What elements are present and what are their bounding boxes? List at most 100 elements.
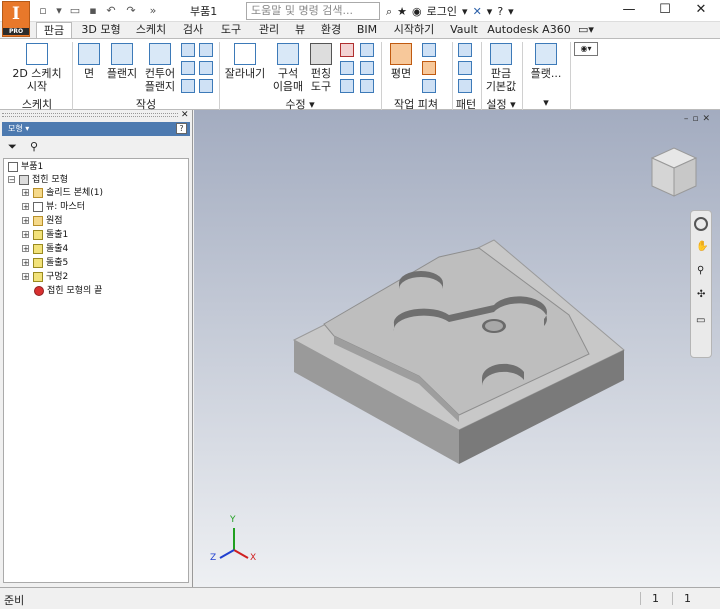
undo-icon[interactable]: ↶ [104, 4, 118, 18]
sheet-metal-defaults-button[interactable]: 판금 기본값 [484, 43, 518, 93]
plane-button[interactable]: 평면 [384, 43, 418, 80]
help-search-input[interactable]: 도움말 및 명령 검색... [246, 2, 380, 20]
tree-node-hole2[interactable]: + 구멍2 [22, 271, 68, 283]
start-2d-sketch-button[interactable]: 2D 스케치 시작 [8, 43, 66, 93]
tab-inspect[interactable]: 검사 [176, 22, 210, 38]
expand-icon[interactable]: + [22, 217, 29, 225]
tree-node-part[interactable]: 부품1 [8, 161, 43, 173]
end-of-part-icon [34, 285, 44, 296]
ribbon-options-icon[interactable]: ◉▾ [574, 42, 598, 56]
hem-icon[interactable] [181, 43, 195, 57]
punch-tool-button[interactable]: 펀칭 도구 [308, 43, 334, 93]
corner-round-icon[interactable] [360, 61, 374, 75]
tree-node-extrusion1[interactable]: + 돌출1 [22, 229, 68, 241]
expand-icon[interactable]: + [22, 273, 29, 281]
fold-icon[interactable] [199, 61, 213, 75]
tab-vault[interactable]: Vault [446, 22, 482, 38]
tree-node-solid-bodies[interactable]: + 솔리드 본체(1) [22, 187, 103, 199]
browser-header[interactable]: 모형 ▾ [2, 122, 190, 136]
app-logo[interactable]: I PRO [2, 1, 30, 37]
tab-3d-model[interactable]: 3D 모형 [76, 22, 126, 38]
lofted-flange-icon[interactable] [199, 43, 213, 57]
tree-node-view-master[interactable]: + 뷰: 마스터 [22, 201, 85, 213]
dropdown-arrow-icon[interactable]: ▾ [462, 5, 468, 18]
maximize-button[interactable]: ☐ [648, 0, 682, 22]
user-icon[interactable]: ◉ [412, 5, 422, 18]
tab-sketch[interactable]: 스케치 [130, 22, 172, 38]
circular-pattern-icon[interactable] [458, 61, 472, 75]
tree-node-folded-model[interactable]: − 접힌 모형 [8, 174, 68, 186]
rip-icon[interactable] [340, 43, 354, 57]
tab-bim[interactable]: BIM [352, 22, 382, 38]
open-folder-icon[interactable]: ▭ [68, 4, 82, 18]
minimize-button[interactable]: — [612, 0, 646, 22]
collapse-icon[interactable]: − [8, 176, 15, 184]
exchange-icon[interactable]: ✕ [473, 5, 482, 18]
pan-icon[interactable]: ✋ [696, 241, 708, 252]
tree-node-extrusion5[interactable]: + 돌출5 [22, 257, 68, 269]
tab-view[interactable]: 뷰 [290, 22, 310, 38]
filter-icon[interactable]: ⏷ [8, 140, 17, 154]
browser-close-icon[interactable]: ✕ [181, 110, 189, 120]
mirror-icon[interactable] [458, 79, 472, 93]
redo-icon[interactable]: ↷ [124, 4, 138, 18]
tab-extra[interactable]: ▭▾ [576, 22, 596, 38]
tree-node-origin[interactable]: + 원점 [22, 215, 63, 227]
bend-icon[interactable] [181, 79, 195, 93]
panel-grip[interactable] [2, 113, 178, 117]
expand-icon[interactable]: + [22, 203, 29, 211]
graphics-viewport[interactable]: –▫✕ Y X Z ✋ ⚲ ✣ ▭ [194, 110, 720, 587]
help-icon[interactable]: ? [497, 5, 503, 18]
search-tools: ⌕ ★ ◉ 로그인 ▾ ✕ ▾? ▾ [386, 3, 519, 19]
binoculars-icon[interactable]: ⌕ [386, 5, 392, 18]
find-icon[interactable]: ⚲ [30, 140, 38, 153]
contour-roll-icon[interactable] [181, 61, 195, 75]
rectangular-pattern-icon[interactable] [458, 43, 472, 57]
expand-icon[interactable]: + [22, 245, 29, 253]
tab-sheet-metal[interactable]: 판금 [36, 22, 72, 38]
thicken-icon[interactable] [340, 79, 354, 93]
help-icon[interactable]: ? [176, 123, 187, 134]
tab-manage[interactable]: 관리 [252, 22, 286, 38]
zoom-icon[interactable]: ⚲ [697, 265, 704, 276]
contour-flange-button[interactable]: 컨투어 플랜지 [142, 43, 178, 93]
panel-separator [72, 42, 73, 110]
flat-pattern-button[interactable]: 플랫... [526, 43, 566, 80]
face-button[interactable]: 면 [76, 43, 102, 80]
tab-a360[interactable]: Autodesk A360 [486, 22, 572, 38]
orbit-icon[interactable]: ✣ [697, 289, 705, 300]
plane-icon [390, 43, 412, 65]
tree-node-extrusion4[interactable]: + 돌출4 [22, 243, 68, 255]
more-commands-icon[interactable]: » [146, 4, 160, 18]
steering-wheel-icon[interactable] [694, 217, 708, 231]
close-button[interactable]: ✕ [684, 0, 718, 22]
corner-chamfer-icon[interactable] [360, 79, 374, 93]
ucs-icon[interactable] [422, 79, 436, 93]
settings-arrow-icon[interactable]: ▾ [487, 5, 493, 18]
tree-node-end-of-folded[interactable]: 접힌 모형의 끝 [34, 285, 102, 297]
tab-tools[interactable]: 도구 [214, 22, 248, 38]
viewcube[interactable] [650, 147, 698, 197]
refold-icon[interactable] [340, 61, 354, 75]
save-icon[interactable]: ▪ [86, 4, 100, 18]
new-file-icon[interactable]: ▫ [36, 4, 50, 18]
look-at-icon[interactable]: ▭ [696, 315, 705, 326]
cut-icon [234, 43, 256, 65]
axis-icon[interactable] [422, 43, 436, 57]
cleanup-icon[interactable] [199, 79, 213, 93]
corner-seam-button[interactable]: 구석 이음매 [270, 43, 306, 93]
expand-icon[interactable]: + [22, 259, 29, 267]
point-icon[interactable] [422, 61, 436, 75]
tab-get-started[interactable]: 시작하기 [386, 22, 442, 38]
flange-button[interactable]: 플랜지 [104, 43, 140, 80]
dropdown-arrow-icon[interactable]: ▾ [52, 4, 66, 18]
tab-environments[interactable]: 환경 [314, 22, 348, 38]
expand-icon[interactable]: + [22, 189, 29, 197]
expand-icon[interactable]: + [22, 231, 29, 239]
star-icon[interactable]: ★ [397, 5, 407, 18]
cut-button[interactable]: 잘라내기 [222, 43, 268, 80]
dropdown-arrow-icon[interactable]: ▾ [508, 5, 514, 18]
login-link[interactable]: 로그인 [427, 5, 457, 18]
browser-tree: 부품1 − 접힌 모형 + 솔리드 본체(1) + 뷰: 마스터 + 원점 + 돌출1 +… [3, 158, 189, 583]
unfold-icon[interactable] [360, 43, 374, 57]
